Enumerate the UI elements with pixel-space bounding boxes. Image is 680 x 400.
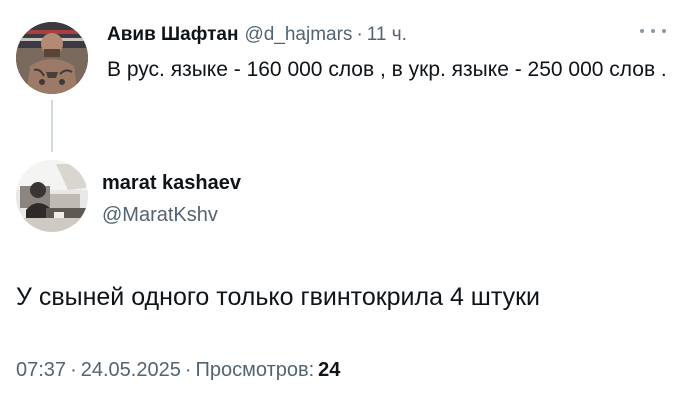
parent-tweet-time[interactable]: 11 ч. xyxy=(367,24,407,46)
person-photo-icon xyxy=(16,22,88,94)
thread-connector-line xyxy=(51,100,53,152)
more-dot xyxy=(662,29,666,33)
parent-tweet-header: Авив Шафтан @d_hajmars · 11 ч. xyxy=(107,24,407,48)
main-author-avatar[interactable] xyxy=(16,160,88,232)
parent-author-avatar[interactable] xyxy=(16,22,88,94)
more-dot xyxy=(651,29,655,33)
parent-author-name[interactable]: Авив Шафтан xyxy=(107,24,238,46)
more-options-icon[interactable] xyxy=(640,24,666,38)
meta-separator: · xyxy=(184,359,192,381)
main-author-handle[interactable]: @MaratKshv xyxy=(102,204,218,227)
tweet-metadata: 07:37 · 24.05.2025 · Просмотров: 24 xyxy=(16,359,340,382)
header-separator: · xyxy=(356,24,363,45)
more-dot xyxy=(640,29,644,33)
meta-separator: · xyxy=(70,359,77,381)
parent-tweet-text: В рус. языке - 160 000 слов , в укр. язы… xyxy=(107,58,667,81)
views-count[interactable]: 24 xyxy=(318,359,340,382)
tweet-date[interactable]: 24.05.2025 xyxy=(81,359,181,382)
tweet-detail-view: Авив Шафтан @d_hajmars · 11 ч. В рус. яз… xyxy=(0,0,680,400)
views-label: Просмотров: xyxy=(195,359,315,381)
tweet-time[interactable]: 07:37 xyxy=(16,359,66,382)
parent-author-handle[interactable]: @d_hajmars xyxy=(244,24,352,46)
main-tweet-text: У свыней одного только гвинтокрила 4 шту… xyxy=(16,283,540,311)
person-photo-icon xyxy=(16,160,88,232)
main-author-name[interactable]: marat kashaev xyxy=(102,172,241,195)
